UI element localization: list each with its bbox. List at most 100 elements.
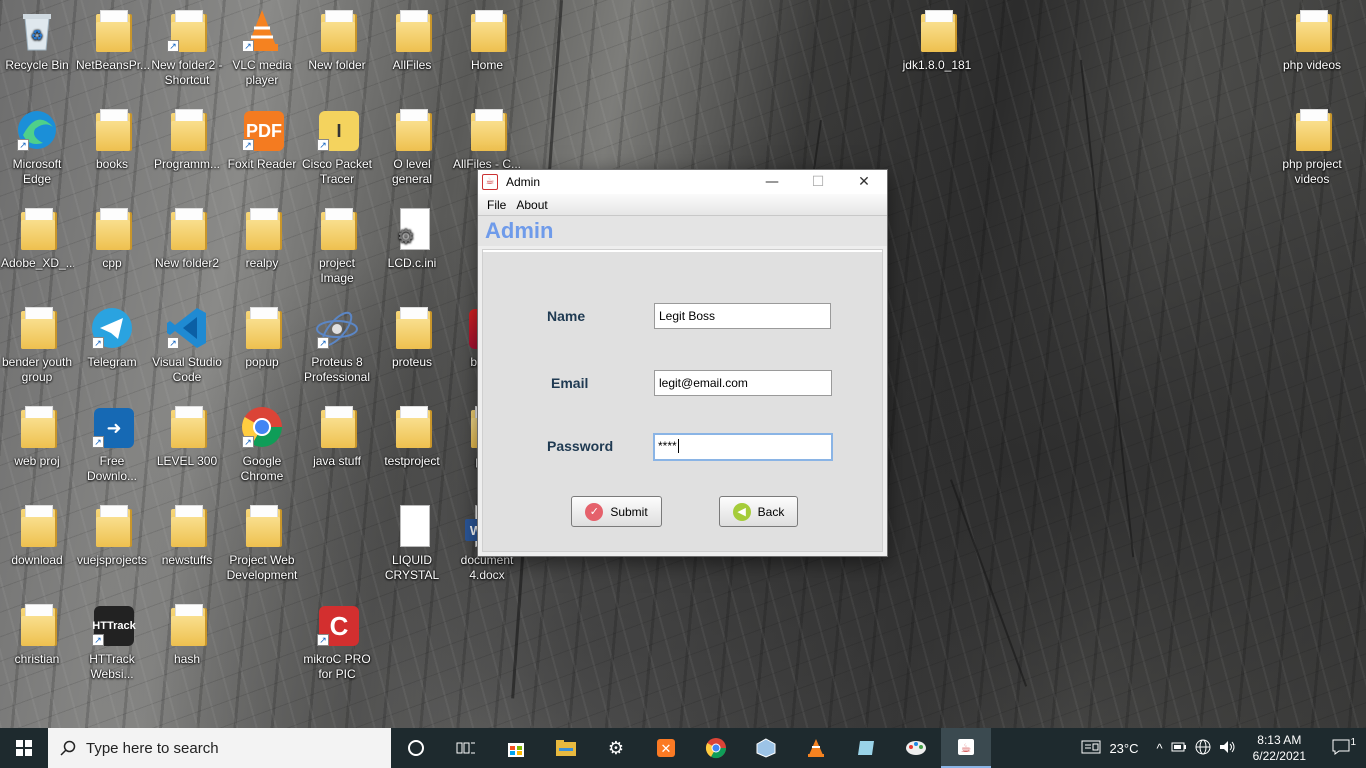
desktop-icon[interactable]: newstuffs	[150, 503, 224, 568]
desktop-icon[interactable]: ↗ VLC media player	[225, 8, 299, 88]
shortcut-arrow-icon: ↗	[317, 634, 329, 646]
desktop-icon[interactable]: HTTrack ↗ HTTrack Websi...	[75, 602, 149, 682]
desktop-icon-label: VLC media player	[232, 58, 292, 87]
httrack-icon: HTTrack ↗	[90, 602, 136, 648]
chevron-up-icon[interactable]: ^	[1157, 741, 1163, 756]
vlc-icon[interactable]	[791, 728, 841, 768]
weather-temperature[interactable]: 23°C	[1109, 741, 1138, 756]
desktop-icon[interactable]: Adobe_XD_...	[0, 206, 74, 271]
desktop-icon[interactable]: PDF ↗ Foxit Reader	[225, 107, 299, 172]
desktop-icon[interactable]: ↗ Telegram	[75, 305, 149, 370]
search-placeholder: Type here to search	[86, 739, 219, 757]
desktop-icon[interactable]: C ↗ mikroC PRO for PIC	[300, 602, 374, 682]
paint-icon[interactable]	[891, 728, 941, 768]
desktop-icon[interactable]: project Image	[300, 206, 374, 286]
clock-date: 6/22/2021	[1252, 749, 1306, 763]
email-field[interactable]: legit@email.com	[654, 370, 832, 396]
desktop-icon[interactable]: web proj	[0, 404, 74, 469]
name-field[interactable]: Legit Boss	[654, 303, 831, 329]
taskbar-search[interactable]: Type here to search	[48, 728, 391, 768]
desktop-icon[interactable]: download	[0, 503, 74, 568]
desktop-icon[interactable]: vuejsprojects	[75, 503, 149, 568]
desktop-icon[interactable]: ↗ Microsoft Edge	[0, 107, 74, 187]
java-app-icon[interactable]: ☕	[941, 728, 991, 768]
battery-icon[interactable]	[1171, 741, 1187, 756]
menu-about[interactable]: About	[511, 198, 552, 212]
back-button[interactable]: ◀ Back	[719, 496, 798, 527]
admin-window[interactable]: ☕ Admin — ☐ ✕ File About Admin Name Legi…	[477, 169, 888, 557]
desktop-icon[interactable]: AllFiles - C...	[450, 107, 524, 172]
menu-file[interactable]: File	[482, 198, 511, 212]
desktop-icon[interactable]: New folder2	[150, 206, 224, 271]
notepad-icon[interactable]	[841, 728, 891, 768]
desktop-icon[interactable]: java stuff	[300, 404, 374, 469]
window-titlebar[interactable]: ☕ Admin — ☐ ✕	[478, 170, 887, 194]
desktop-icon[interactable]: books	[75, 107, 149, 172]
desktop-icon[interactable]: cpp	[75, 206, 149, 271]
desktop-icon[interactable]: ↗ Google Chrome	[225, 404, 299, 484]
settings-gear-icon[interactable]: ⚙	[591, 728, 641, 768]
desktop-icon[interactable]: ↗ Visual Studio Code	[150, 305, 224, 385]
desktop-icon-label: hash	[173, 652, 201, 666]
desktop-icon[interactable]: I↗ Cisco Packet Tracer Stud...	[300, 107, 374, 187]
weather-icon[interactable]	[1081, 739, 1101, 758]
desktop-icon-label: proteus	[391, 355, 433, 369]
desktop-icon[interactable]: LEVEL 300	[150, 404, 224, 469]
folder-icon	[390, 404, 434, 450]
close-button[interactable]: ✕	[841, 170, 887, 194]
desktop-icon[interactable]: ♻ Recycle Bin	[0, 8, 74, 73]
desktop-icon[interactable]: php videos	[1275, 8, 1349, 73]
desktop-icon[interactable]: popup	[225, 305, 299, 370]
submit-label: Submit	[610, 504, 648, 519]
cortana-icon[interactable]	[391, 728, 441, 768]
folder-icon	[165, 503, 209, 549]
network-globe-icon[interactable]	[1195, 739, 1211, 758]
desktop-icon[interactable]: christian	[0, 602, 74, 667]
xampp-icon[interactable]: ✕	[641, 728, 691, 768]
task-view-icon[interactable]	[441, 728, 491, 768]
volume-icon[interactable]	[1219, 739, 1237, 758]
notification-center-icon[interactable]: 1	[1322, 737, 1360, 758]
desktop-icon[interactable]: bender youth group	[0, 305, 74, 385]
desktop-icon-label: Project Web Development	[226, 553, 298, 582]
minimize-button[interactable]: —	[749, 170, 795, 194]
desktop-icon[interactable]: Project Web Development	[225, 503, 299, 583]
desktop-icon-label: mikroC PRO for PIC	[303, 652, 371, 681]
desktop-icon[interactable]: realpy	[225, 206, 299, 271]
submit-button[interactable]: ✓ Submit	[571, 496, 662, 527]
desktop-icon[interactable]: Programm...	[150, 107, 224, 172]
desktop-icon-label: download	[11, 553, 63, 567]
desktop-icon[interactable]: ➜ ↗ Free Downlo...	[75, 404, 149, 484]
maximize-button[interactable]: ☐	[795, 170, 841, 194]
desktop-icon[interactable]: ↗ New folder2 - Shortcut	[150, 8, 224, 88]
desktop-icon[interactable]: ↗ Proteus 8 Professional	[300, 305, 374, 385]
virtualbox-icon[interactable]	[741, 728, 791, 768]
desktop-icon-label: bender youth group	[1, 355, 73, 384]
desktop-icon-label: christian	[14, 652, 60, 666]
taskbar-clock[interactable]: 8:13 AM 6/22/2021	[1245, 732, 1314, 764]
shortcut-arrow-icon: ↗	[167, 40, 179, 52]
menubar: File About	[478, 194, 887, 216]
microsoft-store-icon[interactable]	[491, 728, 541, 768]
desktop-icon[interactable]: ⚙ LCD.c.ini	[375, 206, 449, 271]
back-label: Back	[757, 504, 785, 519]
chrome-icon[interactable]	[691, 728, 741, 768]
folder-icon	[90, 503, 134, 549]
desktop-icon[interactable]: NetBeansPr...	[75, 8, 149, 73]
desktop-icon[interactable]: testproject	[375, 404, 449, 469]
window-title: Admin	[506, 175, 541, 189]
desktop-icon[interactable]: O level general	[375, 107, 449, 187]
desktop-icon[interactable]: New folder	[300, 8, 374, 73]
desktop-icon[interactable]: Home	[450, 8, 524, 73]
file-explorer-icon[interactable]	[541, 728, 591, 768]
desktop-icon-label: Recycle Bin	[5, 58, 69, 72]
start-button[interactable]	[0, 728, 48, 768]
desktop-icon[interactable]: jdk1.8.0_181	[900, 8, 974, 73]
desktop-icon[interactable]: LIQUID CRYSTAL DI...	[375, 503, 449, 583]
password-field[interactable]: ****	[653, 433, 833, 461]
desktop-icon[interactable]: php project videos	[1275, 107, 1349, 187]
desktop-icon[interactable]: hash	[150, 602, 224, 667]
desktop-icon[interactable]: proteus	[375, 305, 449, 370]
desktop-icon[interactable]: AllFiles	[375, 8, 449, 73]
java-cup-icon: ☕	[482, 174, 498, 190]
